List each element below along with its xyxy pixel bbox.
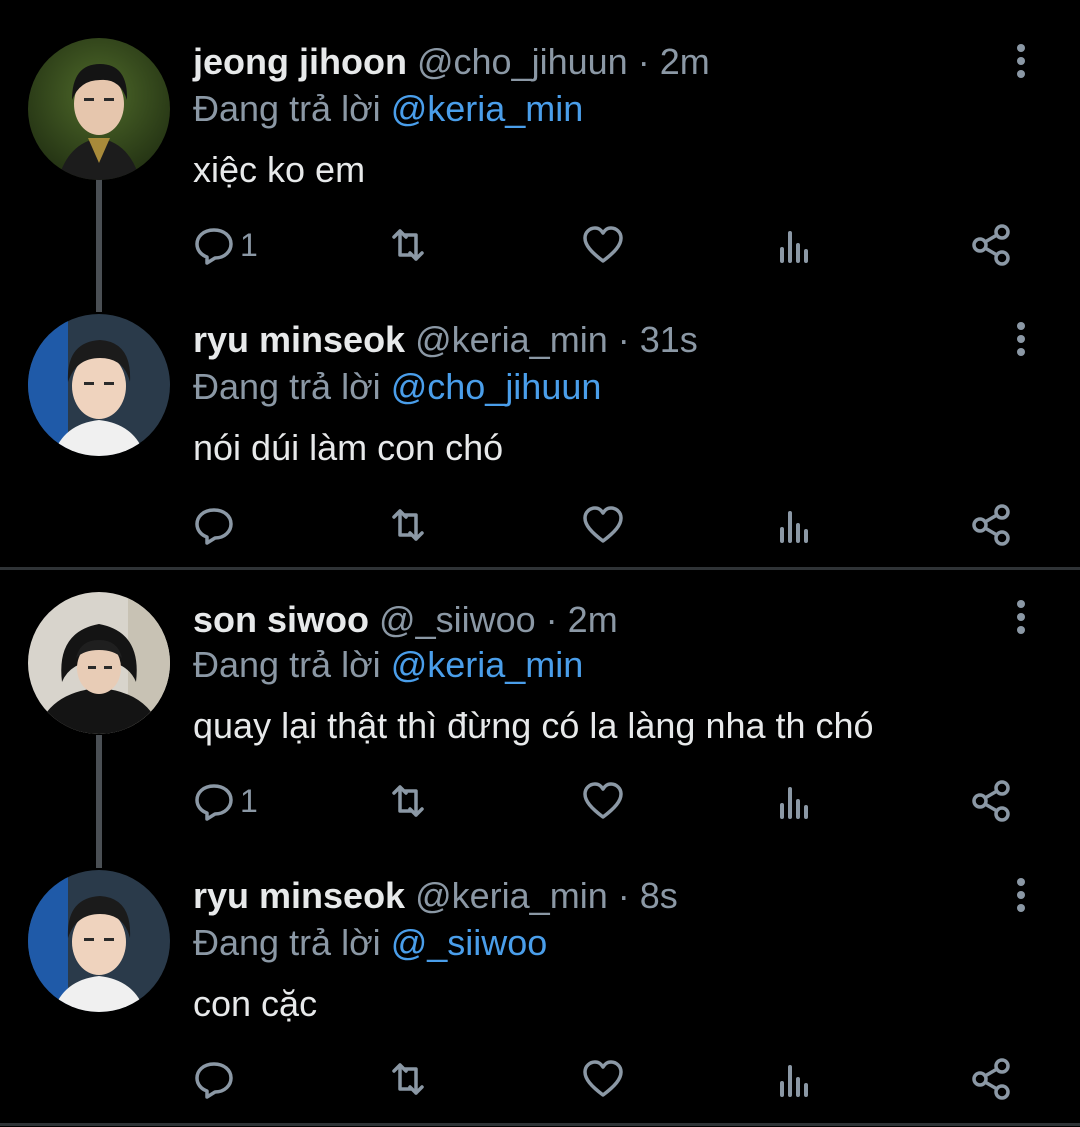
like-icon [583, 506, 623, 543]
avatar[interactable] [28, 592, 170, 734]
reply-count: 1 [240, 226, 258, 263]
tweet-text: con cặc [193, 983, 318, 1024]
reply-icon [195, 228, 233, 265]
bottom-divider [0, 1123, 1080, 1126]
reply-mention-link[interactable]: @keria_min [391, 644, 584, 685]
more-icon[interactable] [1006, 598, 1036, 638]
avatar[interactable] [28, 870, 170, 1012]
tweet[interactable]: ryu minseok @keria_min · 8s Đang trả lời… [0, 834, 1080, 1112]
reply-mention-link[interactable]: @_siiwoo [391, 922, 548, 963]
retweet-button[interactable] [386, 495, 430, 555]
reply-icon [195, 784, 233, 821]
display-name[interactable]: son siwoo [193, 599, 369, 640]
share-icon [972, 1058, 1010, 1100]
separator-dot: · [617, 319, 630, 360]
analytics-button[interactable] [775, 1049, 819, 1109]
reply-mention-link[interactable]: @keria_min [391, 88, 584, 129]
like-icon [583, 782, 623, 819]
retweet-button[interactable] [386, 771, 430, 831]
tweet-header: jeong jihoon @cho_jihuun · 2m [193, 40, 710, 84]
avatar[interactable] [28, 38, 170, 180]
retweet-icon [392, 509, 424, 541]
reply-prefix: Đang trả lời [193, 922, 381, 963]
user-handle[interactable]: @keria_min [415, 875, 608, 916]
reply-prefix: Đang trả lời [193, 366, 381, 407]
share-button[interactable] [970, 1049, 1014, 1109]
share-icon [972, 504, 1010, 546]
analytics-icon [780, 1065, 808, 1097]
display-name[interactable]: jeong jihoon [193, 41, 407, 82]
more-icon[interactable] [1006, 320, 1036, 360]
more-icon[interactable] [1006, 876, 1036, 916]
reply-prefix: Đang trả lời [193, 644, 381, 685]
avatar[interactable] [28, 314, 170, 456]
replying-to: Đang trả lời @cho_jihuun [193, 365, 601, 409]
like-button[interactable] [581, 771, 625, 831]
replying-to: Đang trả lời @keria_min [193, 643, 583, 687]
retweet-icon [392, 1063, 424, 1095]
analytics-button[interactable] [775, 495, 819, 555]
reply-mention-link[interactable]: @cho_jihuun [391, 366, 602, 407]
like-icon [583, 226, 623, 263]
user-handle[interactable]: @_siiwoo [379, 599, 536, 640]
share-button[interactable] [970, 495, 1014, 555]
retweet-icon [392, 229, 424, 261]
replying-to: Đang trả lời @keria_min [193, 87, 583, 131]
tweet-text: quay lại thật thì đừng có la làng nha th… [193, 705, 874, 746]
reply-button[interactable]: 1 [192, 771, 258, 831]
tweet-header: ryu minseok @keria_min · 31s [193, 318, 698, 362]
retweet-button[interactable] [386, 215, 430, 275]
action-bar [0, 1049, 1080, 1109]
analytics-icon [780, 511, 808, 543]
timestamp[interactable]: 8s [640, 875, 678, 916]
like-icon [583, 1060, 623, 1097]
reply-icon [195, 1062, 233, 1099]
action-bar: 1 [0, 771, 1080, 831]
reply-button[interactable] [192, 495, 240, 555]
like-button[interactable] [581, 495, 625, 555]
separator-dot: · [637, 41, 650, 82]
replying-to: Đang trả lời @_siiwoo [193, 921, 547, 965]
share-icon [972, 780, 1010, 822]
timestamp[interactable]: 2m [568, 599, 618, 640]
retweet-icon [392, 785, 424, 817]
tweet[interactable]: ryu minseok @keria_min · 31s Đang trả lờ… [0, 278, 1080, 556]
like-button[interactable] [581, 215, 625, 275]
share-icon [972, 224, 1010, 266]
tweet-text: xiệc ko em [193, 149, 366, 190]
like-button[interactable] [581, 1049, 625, 1109]
user-handle[interactable]: @cho_jihuun [417, 41, 628, 82]
tweet[interactable]: jeong jihoon @cho_jihuun · 2m Đang trả l… [0, 0, 1080, 278]
analytics-button[interactable] [775, 771, 819, 831]
separator-dot: · [617, 875, 630, 916]
analytics-icon [780, 231, 808, 263]
analytics-icon [780, 787, 808, 819]
display-name[interactable]: ryu minseok [193, 875, 405, 916]
reply-icon [195, 508, 233, 545]
tweet-text: nói dúi làm con chó [193, 427, 504, 468]
tweet-header: ryu minseok @keria_min · 8s [193, 874, 678, 918]
action-bar [0, 495, 1080, 555]
analytics-button[interactable] [775, 215, 819, 275]
display-name[interactable]: ryu minseok [193, 319, 405, 360]
tweet-header: son siwoo @_siiwoo · 2m [193, 598, 618, 642]
share-button[interactable] [970, 771, 1014, 831]
reply-button[interactable]: 1 [192, 215, 258, 275]
tweet[interactable]: son siwoo @_siiwoo · 2m Đang trả lời @ke… [0, 578, 1080, 856]
separator-dot: · [545, 599, 558, 640]
timestamp[interactable]: 2m [660, 41, 710, 82]
timestamp[interactable]: 31s [640, 319, 698, 360]
reply-count: 1 [240, 782, 258, 819]
more-icon[interactable] [1006, 42, 1036, 82]
share-button[interactable] [970, 215, 1014, 275]
reply-prefix: Đang trả lời [193, 88, 381, 129]
retweet-button[interactable] [386, 1049, 430, 1109]
action-bar: 1 [0, 215, 1080, 275]
user-handle[interactable]: @keria_min [415, 319, 608, 360]
thread-divider [0, 567, 1080, 570]
reply-button[interactable] [192, 1049, 240, 1109]
